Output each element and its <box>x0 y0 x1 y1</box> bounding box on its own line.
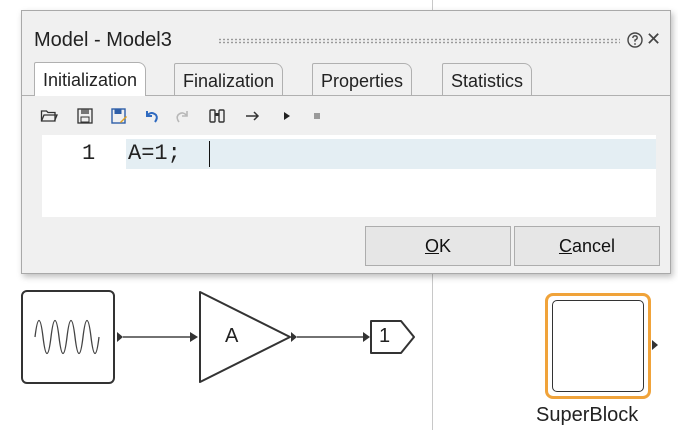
outport-block[interactable] <box>370 320 415 354</box>
gain-block[interactable] <box>199 291 291 383</box>
gain-input-arrow <box>190 332 198 342</box>
superblock-body <box>552 300 644 392</box>
superblock[interactable] <box>545 293 651 399</box>
outport-label: 1 <box>379 325 391 347</box>
sine-output-port[interactable] <box>117 332 123 342</box>
superblock-output-port[interactable] <box>652 340 658 350</box>
outport-input-arrow <box>363 332 370 342</box>
gain-label: A <box>225 325 239 347</box>
gain-output-port[interactable] <box>291 332 297 342</box>
superblock-label: SuperBlock <box>536 404 639 426</box>
